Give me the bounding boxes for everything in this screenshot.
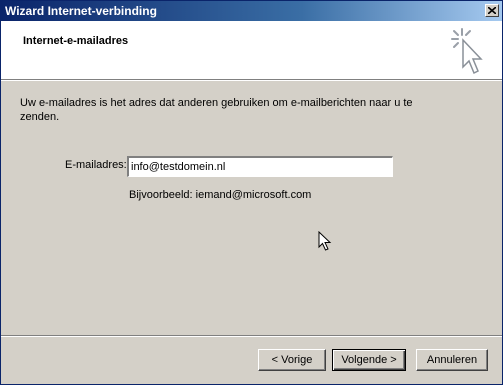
email-input[interactable] [127,156,393,177]
wizard-window: Wizard Internet-verbinding Internet-e-ma… [0,0,503,385]
wizard-header: Internet-e-mailadres [1,21,502,79]
cancel-button[interactable]: Annuleren [416,349,488,371]
wizard-sparkle-cursor-icon [451,28,483,75]
mouse-cursor-icon [318,231,332,251]
next-button[interactable]: Volgende > [332,349,406,371]
header-separator [1,79,502,81]
intro-text: Uw e-mailadres is het adres dat anderen … [20,97,413,123]
email-label: E-mailadres: [65,159,127,171]
page-title: Internet-e-mailadres [23,35,129,47]
back-button[interactable]: < Vorige [258,349,326,371]
window-title: Wizard Internet-verbinding [5,4,157,18]
example-text: Bijvoorbeeld: iemand@microsoft.com [129,189,312,201]
close-button[interactable] [485,4,499,17]
footer-separator [1,335,502,337]
close-icon [488,7,496,14]
title-bar[interactable]: Wizard Internet-verbinding [1,1,502,21]
